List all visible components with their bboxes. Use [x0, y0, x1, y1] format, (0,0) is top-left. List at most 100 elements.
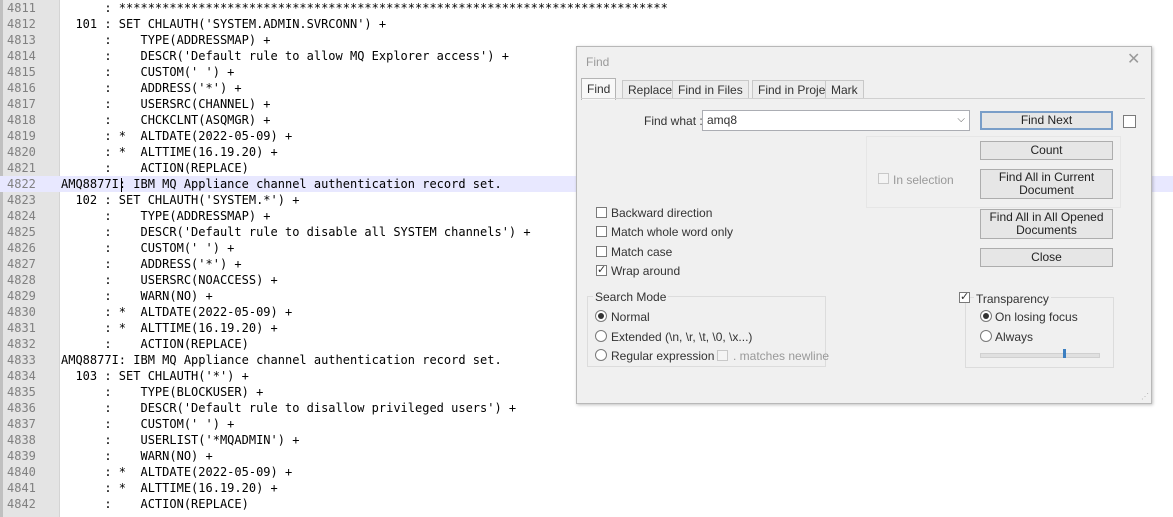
line-number: 4826 [7, 241, 36, 255]
line-number: 4837 [7, 417, 36, 431]
match-case-checkbox[interactable] [596, 246, 607, 257]
tab-replace[interactable]: Replace [622, 80, 679, 99]
line-number: 4836 [7, 401, 36, 415]
line-text: : CUSTOM(' ') + [61, 417, 235, 431]
radio-regex-label: Regular expression [611, 349, 715, 363]
close-icon[interactable]: ✕ [1127, 52, 1140, 68]
tab-mark[interactable]: Mark [825, 80, 864, 99]
chevron-down-icon[interactable]: ⌵ [957, 114, 965, 125]
line-number: 4842 [7, 497, 36, 511]
line-text: : USERSRC(NOACCESS) + [61, 273, 278, 287]
code-line: 4842 : ACTION(REPLACE) [0, 496, 1173, 512]
line-text: : * ALTDATE(2022-05-09) + [61, 129, 293, 143]
in-selection-checkbox [878, 173, 889, 184]
radio-normal-label: Normal [611, 310, 650, 324]
code-line: 4841 : * ALTTIME(16.19.20) + [0, 480, 1173, 496]
radio-on-losing-focus[interactable] [980, 310, 992, 322]
line-number: 4831 [7, 321, 36, 335]
transparency-label: Transparency [974, 292, 1051, 306]
transparency-slider[interactable] [980, 353, 1100, 358]
match-whole-word-checkbox[interactable] [596, 226, 607, 237]
find-all-opened-line2: Documents [1016, 223, 1077, 237]
find-all-opened-button[interactable]: Find All in All Opened Documents [980, 209, 1113, 239]
wrap-around-checkbox[interactable] [596, 263, 607, 277]
line-text: 101 : SET CHLAUTH('SYSTEM.ADMIN.SVRCONN'… [61, 17, 387, 31]
line-text: : DESCR('Default rule to allow MQ Explor… [61, 49, 509, 63]
matches-newline-checkbox [717, 350, 728, 361]
line-number: 4838 [7, 433, 36, 447]
find-dialog: Find ✕ Find Replace Find in Files Find i… [576, 46, 1152, 404]
line-text: : USERSRC(CHANNEL) + [61, 97, 271, 111]
line-number: 4818 [7, 113, 36, 127]
code-line: 4812 101 : SET CHLAUTH('SYSTEM.ADMIN.SVR… [0, 16, 1173, 32]
close-button[interactable]: Close [980, 248, 1113, 267]
line-number: 4835 [7, 385, 36, 399]
match-whole-word-label: Match whole word only [611, 225, 734, 239]
count-button[interactable]: Count [980, 141, 1113, 160]
find-what-combo[interactable]: amq8 ⌵ [702, 110, 970, 131]
code-line: 4840 : * ALTDATE(2022-05-09) + [0, 464, 1173, 480]
find-next-button[interactable]: Find Next [980, 111, 1113, 130]
radio-always[interactable] [980, 330, 992, 342]
line-text: : * ALTTIME(16.19.20) + [61, 481, 278, 495]
line-text: : * ALTTIME(16.19.20) + [61, 145, 278, 159]
line-text: : * ALTDATE(2022-05-09) + [61, 305, 293, 319]
in-selection-label: In selection [893, 173, 954, 187]
line-text: : * ALTDATE(2022-05-09) + [61, 465, 293, 479]
tab-panel-border [581, 98, 1145, 99]
line-number: 4833 [7, 353, 36, 367]
line-number: 4834 [7, 369, 36, 383]
backward-direction-label: Backward direction [611, 206, 713, 220]
line-number: 4824 [7, 209, 36, 223]
find-all-current-line2: Document [1019, 183, 1074, 197]
find-what-input[interactable]: amq8 [707, 113, 737, 127]
line-text: : WARN(NO) + [61, 449, 213, 463]
line-number: 4821 [7, 161, 36, 175]
transparency-slider-thumb[interactable] [1063, 349, 1066, 358]
line-number: 4811 [7, 1, 36, 15]
backward-direction-checkbox[interactable] [596, 207, 607, 218]
tab-find[interactable]: Find [581, 78, 617, 100]
line-text: : ACTION(REPLACE) [61, 161, 249, 175]
radio-regex[interactable] [595, 349, 607, 361]
line-text: 103 : SET CHLAUTH('*') + [61, 369, 249, 383]
radio-normal[interactable] [595, 310, 607, 322]
extra-option-checkbox[interactable] [1123, 115, 1136, 128]
code-line: 4838 : USERLIST('*MQADMIN') + [0, 432, 1173, 448]
radio-on-losing-focus-label: On losing focus [995, 310, 1078, 324]
radio-extended[interactable] [595, 330, 607, 342]
line-text: 102 : SET CHLAUTH('SYSTEM.*') + [61, 193, 300, 207]
resize-grip-icon[interactable]: ⋰ [1141, 393, 1149, 401]
line-number: 4830 [7, 305, 36, 319]
line-text: : DESCR('Default rule to disable all SYS… [61, 225, 531, 239]
line-number: 4820 [7, 145, 36, 159]
line-number: 4814 [7, 49, 36, 63]
line-text: : CUSTOM(' ') + [61, 241, 235, 255]
line-number: 4815 [7, 65, 36, 79]
line-text: : TYPE(ADDRESSMAP) + [61, 33, 271, 47]
line-number: 4813 [7, 33, 36, 47]
line-text: : ADDRESS('*') + [61, 81, 242, 95]
find-all-current-button[interactable]: Find All in Current Document [980, 169, 1113, 199]
tab-find-in-files[interactable]: Find in Files [672, 80, 749, 99]
line-number: 4817 [7, 97, 36, 111]
line-text: : USERLIST('*MQADMIN') + [61, 433, 300, 447]
line-number: 4829 [7, 289, 36, 303]
line-text: : * ALTTIME(16.19.20) + [61, 321, 278, 335]
line-number: 4812 [7, 17, 36, 31]
transparency-checkbox[interactable] [959, 290, 970, 304]
line-text: AMQ8877I: IBM MQ Appliance channel authe… [61, 177, 502, 191]
line-number: 4840 [7, 465, 36, 479]
line-text: : ADDRESS('*') + [61, 257, 242, 271]
radio-extended-label: Extended (\n, \r, \t, \0, \x...) [611, 330, 753, 344]
line-text: AMQ8877I: IBM MQ Appliance channel authe… [61, 353, 502, 367]
text-caret [121, 178, 122, 192]
code-line: 4811 : *********************************… [0, 0, 1173, 16]
line-text: : ACTION(REPLACE) [61, 337, 249, 351]
code-line: 4839 : WARN(NO) + [0, 448, 1173, 464]
line-text: : CHCKCLNT(ASQMGR) + [61, 113, 271, 127]
radio-always-label: Always [995, 330, 1034, 344]
line-number: 4822 [7, 177, 36, 191]
line-number: 4816 [7, 81, 36, 95]
wrap-around-label: Wrap around [611, 264, 681, 278]
